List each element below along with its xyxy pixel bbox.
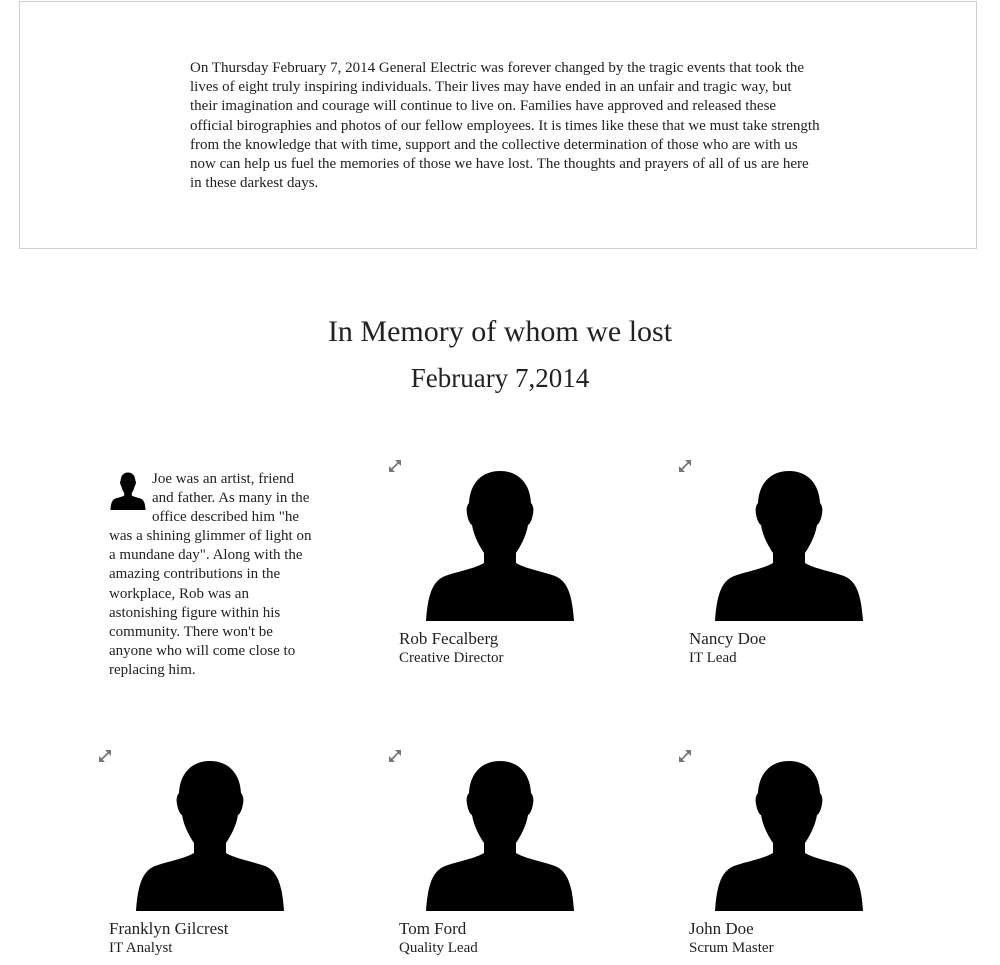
person-name: Tom Ford	[399, 919, 467, 938]
person-card[interactable]: John Doe Scrum Master	[675, 745, 915, 965]
expand-arrows-icon[interactable]	[677, 458, 693, 474]
person-card[interactable]: Nancy Doe IT Lead	[675, 455, 915, 675]
person-role: IT Lead	[689, 650, 737, 666]
expand-arrows-icon[interactable]	[387, 458, 403, 474]
person-name: Rob Fecalberg	[399, 629, 499, 648]
memorial-date: February 7,2014	[410, 363, 590, 393]
person-card[interactable]: Franklyn Gilcrest IT Analyst	[95, 745, 335, 965]
expand-arrows-icon[interactable]	[387, 748, 403, 764]
intro-box: On Thursday February 7, 2014 General Ele…	[19, 1, 977, 249]
person-silhouette-icon	[709, 469, 869, 621]
person-silhouette-icon	[130, 759, 290, 911]
person-silhouette-icon	[709, 759, 869, 911]
person-card[interactable]: Tom Ford Quality Lead	[385, 745, 625, 965]
expand-arrows-icon[interactable]	[677, 748, 693, 764]
expand-arrows-icon[interactable]	[97, 748, 113, 764]
person-role: Creative Director	[399, 650, 504, 666]
person-silhouette-icon	[109, 472, 147, 510]
memorial-title: In Memory of whom we lost	[327, 315, 673, 348]
bio-card[interactable]: Joe was an artist, friend and father. As…	[109, 470, 314, 680]
person-silhouette-icon	[420, 469, 580, 621]
person-silhouette-icon	[420, 759, 580, 911]
intro-text: On Thursday February 7, 2014 General Ele…	[190, 60, 820, 192]
person-name: John Doe	[689, 919, 754, 938]
person-role: Quality Lead	[399, 940, 478, 956]
person-name: Nancy Doe	[689, 629, 766, 648]
person-card[interactable]: Rob Fecalberg Creative Director	[385, 455, 625, 675]
person-role: IT Analyst	[109, 940, 173, 956]
person-name: Franklyn Gilcrest	[109, 919, 229, 938]
person-role: Scrum Master	[689, 940, 774, 956]
